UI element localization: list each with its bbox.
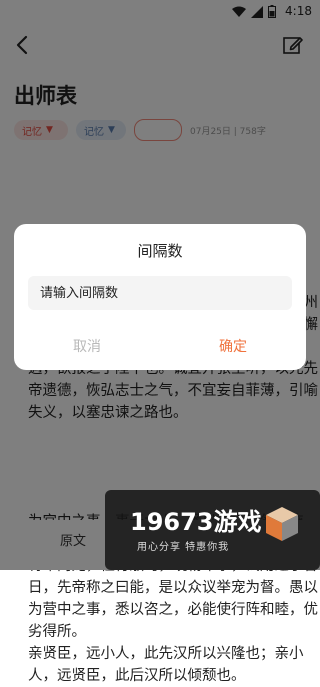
cancel-button[interactable]: 取消 <box>14 336 160 356</box>
article-paragraph: 亲贤臣，远小人，此先汉所以兴隆也；亲小人，远贤臣，此后汉所以倾颓也。 <box>28 646 304 684</box>
cube-logo-icon <box>266 507 298 541</box>
dialog-title: 间隔数 <box>137 242 183 260</box>
interval-dialog: 间隔数 取消 确定 <box>14 224 306 370</box>
interval-input[interactable] <box>28 276 292 310</box>
watermark-logo: 19673游戏 用心分享 特惠你我 <box>105 490 320 570</box>
watermark-title: 19673游戏 <box>130 508 262 536</box>
watermark-subtitle: 用心分享 特惠你我 <box>137 542 230 553</box>
confirm-button[interactable]: 确定 <box>160 336 306 356</box>
